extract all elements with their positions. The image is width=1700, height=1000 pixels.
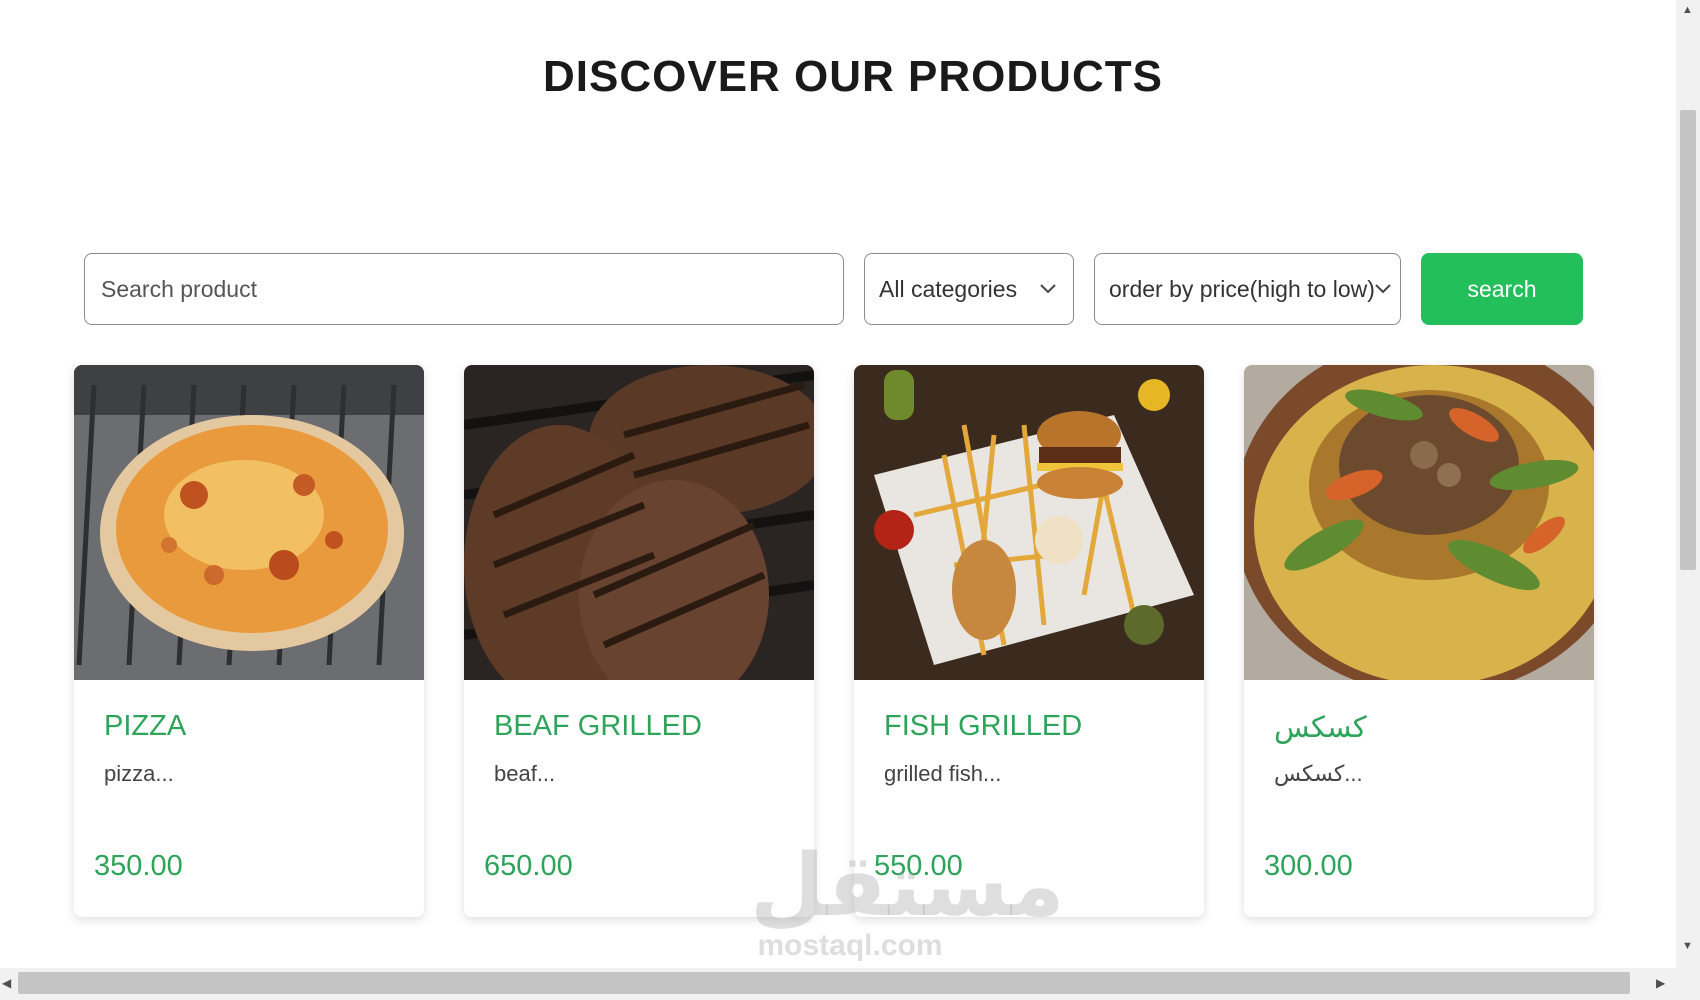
product-price: 650.00 [484, 850, 573, 882]
product-title[interactable]: كسكس [1274, 710, 1367, 745]
horizontal-scrollbar[interactable]: ◀ ▶ [0, 968, 1700, 1000]
product-card[interactable]: BEAF GRILLED beaf... 650.00 [464, 365, 814, 917]
search-button[interactable]: search [1421, 253, 1583, 325]
product-card[interactable]: FISH GRILLED grilled fish... 550.00 [854, 365, 1204, 917]
category-select[interactable]: All categories [864, 253, 1074, 325]
product-description: beaf... [494, 761, 556, 786]
product-price: 350.00 [94, 850, 183, 882]
product-price: 550.00 [874, 850, 963, 882]
product-description: pizza... [104, 761, 174, 786]
chevron-down-icon [1375, 278, 1391, 300]
scroll-right-icon[interactable]: ▶ [1656, 976, 1665, 990]
order-select-value: order by price(high to low) [1109, 275, 1375, 302]
product-price: 300.00 [1264, 850, 1353, 882]
watermark-text: mostaql.com [757, 929, 943, 963]
couscous-photo [1244, 365, 1594, 680]
product-title[interactable]: PIZZA [104, 710, 186, 743]
pizza-photo [74, 365, 424, 680]
horizontal-scroll-thumb[interactable] [18, 972, 1630, 994]
burger-fries-photo [854, 365, 1204, 680]
vertical-scroll-thumb[interactable] [1680, 110, 1696, 570]
scroll-left-icon[interactable]: ◀ [2, 976, 11, 990]
scroll-up-icon[interactable]: ▲ [1682, 4, 1693, 16]
order-select[interactable]: order by price(high to low) [1094, 253, 1401, 325]
scroll-down-icon[interactable]: ▼ [1682, 940, 1693, 952]
chevron-down-icon [1037, 278, 1059, 300]
product-title[interactable]: FISH GRILLED [884, 710, 1082, 743]
search-input[interactable] [84, 253, 844, 325]
product-description: كسكس... [1274, 761, 1363, 786]
product-card[interactable]: كسكس كسكس... 300.00 [1244, 365, 1594, 917]
product-description: grilled fish... [884, 761, 1002, 786]
product-title[interactable]: BEAF GRILLED [494, 710, 702, 743]
page-title: DISCOVER OUR PRODUCTS [543, 52, 1163, 101]
product-card[interactable]: PIZZA pizza... 350.00 [74, 365, 424, 917]
category-select-value: All categories [879, 275, 1018, 302]
page: DISCOVER OUR PRODUCTS All categories ord… [0, 0, 1676, 968]
grilled-beef-photo [464, 365, 814, 680]
vertical-scrollbar[interactable]: ▲ ▼ [1676, 0, 1700, 968]
